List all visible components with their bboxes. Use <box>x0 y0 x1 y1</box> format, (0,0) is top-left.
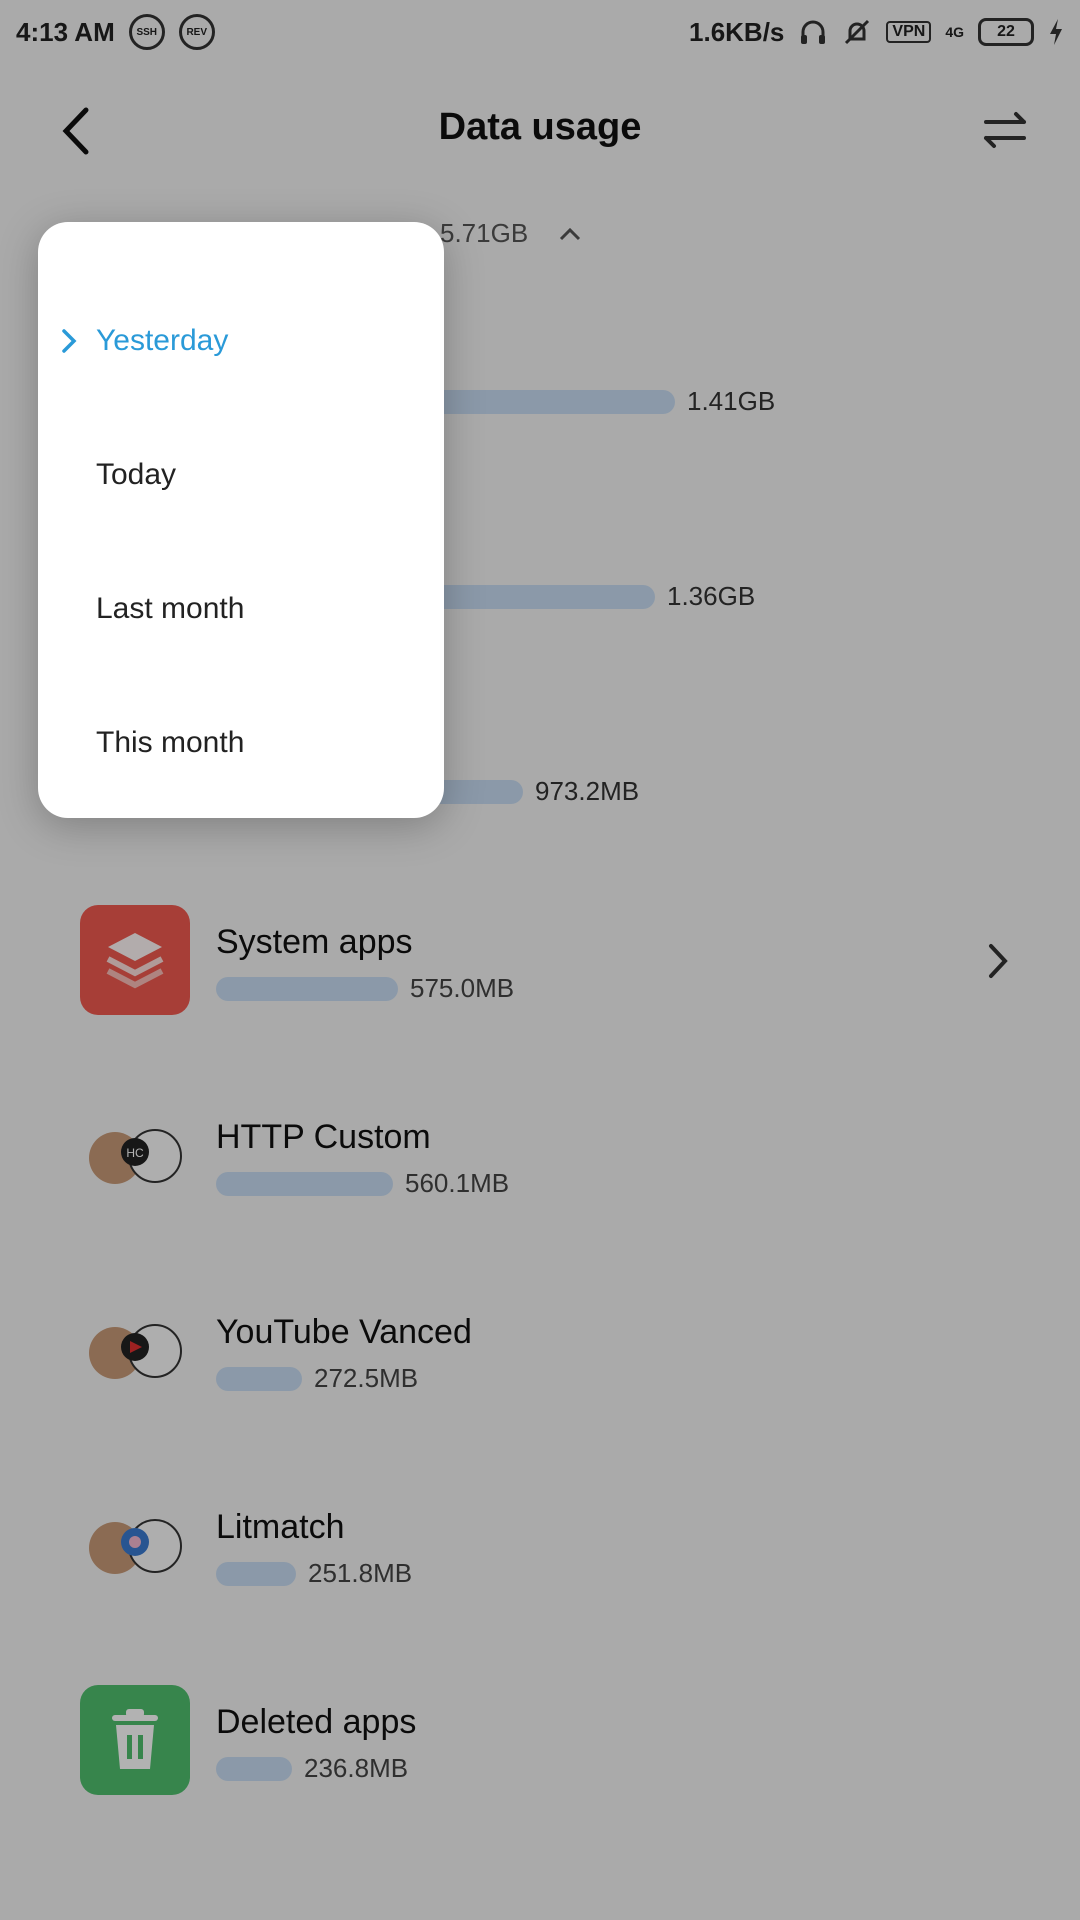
period-dropdown-menu: Yesterday Today Last month This month <box>38 222 444 818</box>
dropdown-option-label: This month <box>96 726 245 759</box>
dropdown-option-label: Last month <box>96 592 245 625</box>
dropdown-option-label: Today <box>96 458 177 491</box>
chevron-right-icon <box>62 329 77 353</box>
dropdown-option-today[interactable]: Today <box>38 408 444 542</box>
dropdown-option-yesterday[interactable]: Yesterday <box>38 274 444 408</box>
dropdown-option-last-month[interactable]: Last month <box>38 542 444 676</box>
dropdown-option-this-month[interactable]: This month <box>38 676 444 810</box>
dropdown-option-label: Yesterday <box>96 324 229 357</box>
